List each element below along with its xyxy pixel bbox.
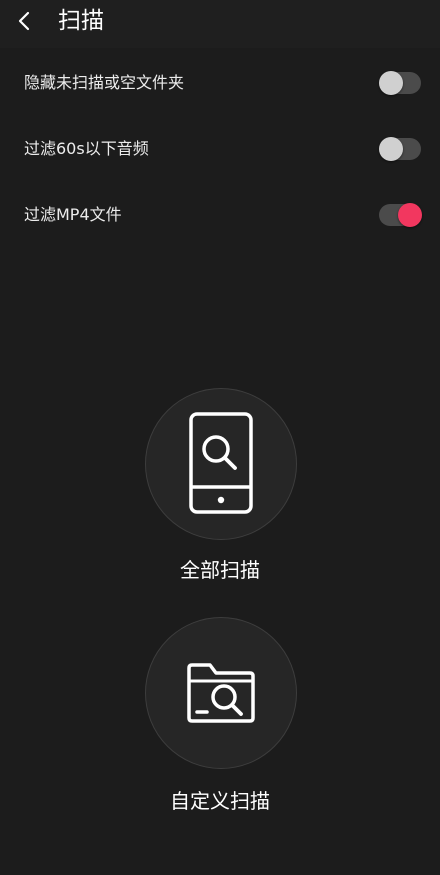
scan-settings-list: 隐藏未扫描或空文件夹 过滤60s以下音频 过滤MP4文件 bbox=[0, 50, 440, 248]
back-button[interactable] bbox=[8, 4, 40, 38]
setting-row-filter-short-audio[interactable]: 过滤60s以下音频 bbox=[0, 116, 440, 182]
setting-label: 过滤60s以下音频 bbox=[24, 139, 149, 158]
page-title: 扫描 bbox=[58, 8, 104, 34]
phone-search-icon bbox=[189, 412, 253, 514]
setting-label: 过滤MP4文件 bbox=[24, 205, 122, 224]
app-header: 扫描 bbox=[0, 0, 440, 48]
setting-label: 隐藏未扫描或空文件夹 bbox=[24, 73, 185, 92]
setting-row-hide-empty-folders[interactable]: 隐藏未扫描或空文件夹 bbox=[0, 50, 440, 116]
full-scan-button[interactable] bbox=[145, 388, 297, 540]
setting-row-filter-mp4[interactable]: 过滤MP4文件 bbox=[0, 182, 440, 248]
folder-search-icon bbox=[187, 663, 255, 723]
toggle-knob bbox=[398, 203, 422, 227]
full-scan-label: 全部扫描 bbox=[180, 558, 260, 582]
toggle-hide-empty-folders[interactable] bbox=[379, 71, 421, 95]
custom-scan-label: 自定义扫描 bbox=[170, 789, 270, 813]
toggle-knob bbox=[379, 71, 403, 95]
toggle-filter-short-audio[interactable] bbox=[379, 137, 421, 161]
chevron-left-icon bbox=[18, 11, 30, 31]
toggle-filter-mp4[interactable] bbox=[379, 203, 422, 227]
custom-scan-button[interactable] bbox=[145, 617, 297, 769]
toggle-knob bbox=[379, 137, 403, 161]
